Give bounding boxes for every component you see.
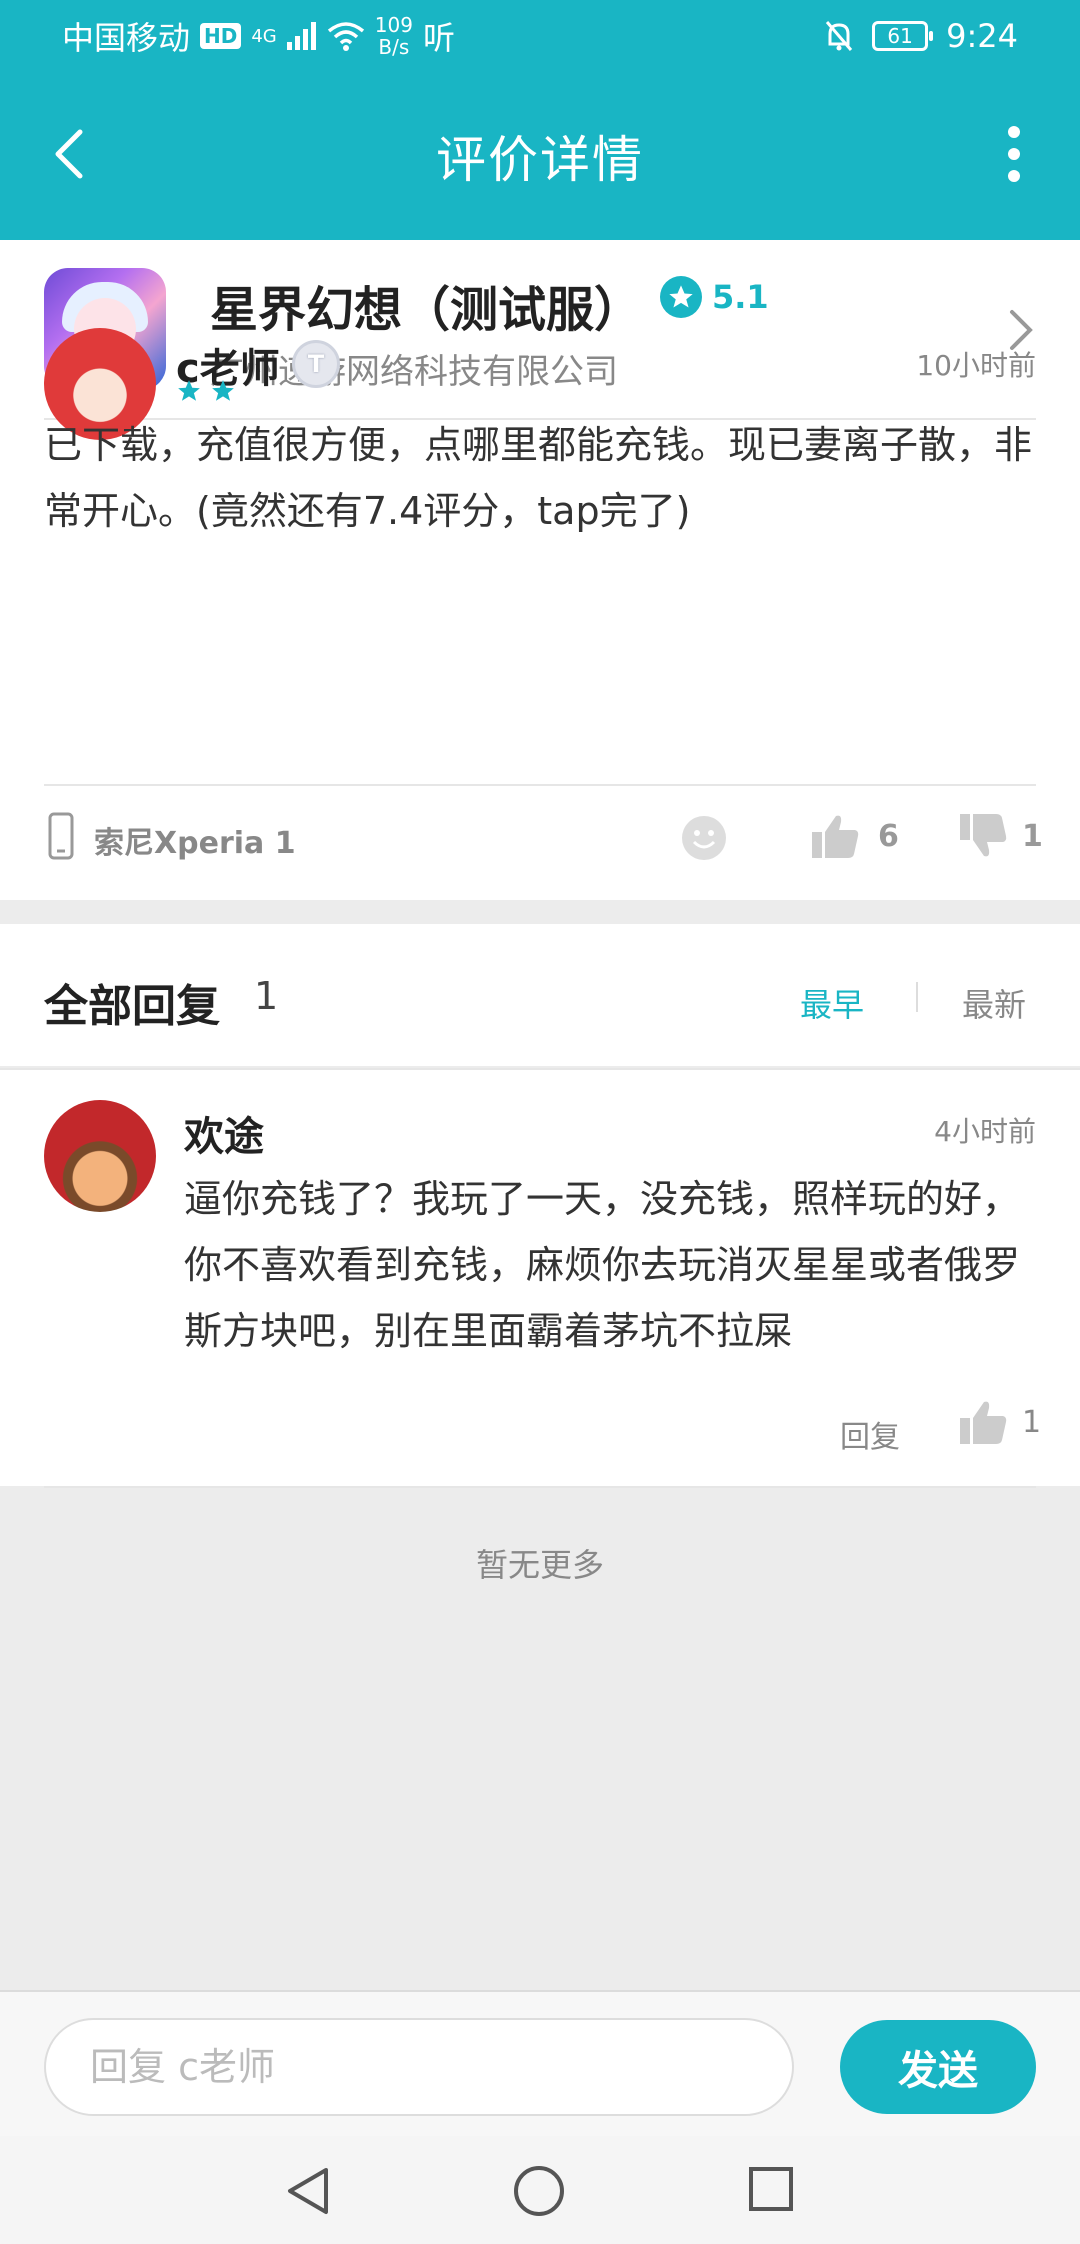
reply-composer: 发送 bbox=[0, 1990, 1080, 2136]
app-rating: 5.1 bbox=[660, 276, 769, 318]
system-nav-bar bbox=[0, 2136, 1080, 2244]
carrier-label: 中国移动 bbox=[62, 19, 191, 57]
reply-author[interactable]: 欢途 bbox=[184, 1104, 264, 1162]
rating-value: 5.1 bbox=[712, 278, 769, 316]
app-name: 星界幻想（测试服） bbox=[210, 282, 643, 338]
replies-title: 全部回复 bbox=[44, 981, 220, 1032]
reply-item: 欢途 4小时前 逼你充钱了？我玩了一天，没充钱，照样玩的好，你不喜欢看到充钱，麻… bbox=[0, 1068, 1080, 1488]
review-footer: 索尼Xperia 1 6 1 bbox=[0, 800, 1080, 880]
battery-indicator: 61 bbox=[872, 21, 934, 51]
status-bar: 中国移动 HD 4G 109 B/s 听 61 9:24 bbox=[0, 0, 1080, 72]
divider bbox=[44, 784, 1036, 786]
hd-badge: HD bbox=[200, 23, 242, 49]
wifi-icon bbox=[327, 22, 364, 51]
reply-time: 4小时前 bbox=[934, 1115, 1036, 1148]
reply-input[interactable] bbox=[44, 2018, 794, 2116]
more-vertical-icon[interactable] bbox=[994, 122, 1034, 186]
signal-icon bbox=[286, 22, 316, 50]
review-text: 已下载，充值很方便，点哪里都能充钱。现已妻离子散，非常开心。(竟然还有7.4评分… bbox=[44, 423, 1033, 533]
star-icon bbox=[212, 380, 234, 401]
thumbs-up-icon bbox=[960, 1401, 1007, 1444]
level-badge: T bbox=[292, 340, 340, 388]
divider bbox=[44, 1486, 1036, 1488]
review-time: 10小时前 bbox=[916, 349, 1036, 382]
page-title: 评价详情 bbox=[436, 131, 644, 189]
app-info-row[interactable]: 星界幻想（测试服） 5.1 广州速游网络科技有限公司 bbox=[0, 240, 1080, 418]
star-icon bbox=[178, 380, 200, 401]
avatar[interactable] bbox=[44, 1100, 156, 1212]
no-more-label: 暂无更多 bbox=[475, 1546, 604, 1584]
like-button[interactable]: 6 bbox=[810, 812, 899, 860]
system-recent-apps-icon[interactable] bbox=[748, 2166, 794, 2212]
speed-value: 109 bbox=[374, 13, 413, 37]
emoji-icon[interactable] bbox=[680, 814, 728, 862]
reply-like-count: 1 bbox=[1022, 1404, 1042, 1440]
system-back-icon[interactable] bbox=[284, 2166, 332, 2216]
clock: 9:24 bbox=[946, 17, 1018, 55]
top-bar: 中国移动 HD 4G 109 B/s 听 61 9:24 评价详情 bbox=[0, 0, 1080, 240]
dislike-count: 1 bbox=[1022, 818, 1043, 854]
device-label: 索尼Xperia 1 bbox=[94, 826, 296, 861]
dislike-button[interactable]: 1 bbox=[958, 812, 1043, 860]
nav-bar: 评价详情 bbox=[0, 72, 1080, 240]
network-speed: 109 B/s bbox=[375, 14, 413, 58]
network-type: 4G bbox=[251, 25, 277, 47]
phone-icon bbox=[48, 812, 74, 860]
system-home-icon[interactable] bbox=[512, 2164, 566, 2218]
send-button[interactable]: 发送 bbox=[840, 2020, 1036, 2114]
sort-earliest-tab[interactable]: 最早 bbox=[800, 980, 864, 1026]
sort-separator bbox=[916, 982, 918, 1012]
replies-count: 1 bbox=[254, 974, 279, 1018]
reply-like-button[interactable]: 1 bbox=[958, 1398, 1041, 1446]
reply-text: 逼你充钱了？我玩了一天，没充钱，照样玩的好，你不喜欢看到充钱，麻烦你去玩消灭星星… bbox=[184, 1177, 1021, 1353]
back-arrow-icon[interactable] bbox=[44, 124, 104, 184]
review-card: 星界幻想（测试服） 5.1 广州速游网络科技有限公司 c老师 T 10小时前 已… bbox=[0, 240, 1080, 900]
sort-latest-tab[interactable]: 最新 bbox=[962, 980, 1026, 1026]
mute-bell-icon bbox=[826, 21, 853, 51]
thumbs-down-icon bbox=[960, 814, 1007, 857]
like-count: 6 bbox=[878, 818, 899, 854]
speed-unit: B/s bbox=[378, 35, 410, 59]
thumbs-up-icon bbox=[812, 815, 859, 858]
reply-button[interactable]: 回复 bbox=[840, 1412, 900, 1456]
replies-header: 全部回复 1 最早 最新 bbox=[0, 924, 1080, 1066]
star-icon bbox=[660, 276, 702, 318]
listen-indicator: 听 bbox=[422, 19, 455, 57]
user-star-rating bbox=[176, 378, 236, 404]
